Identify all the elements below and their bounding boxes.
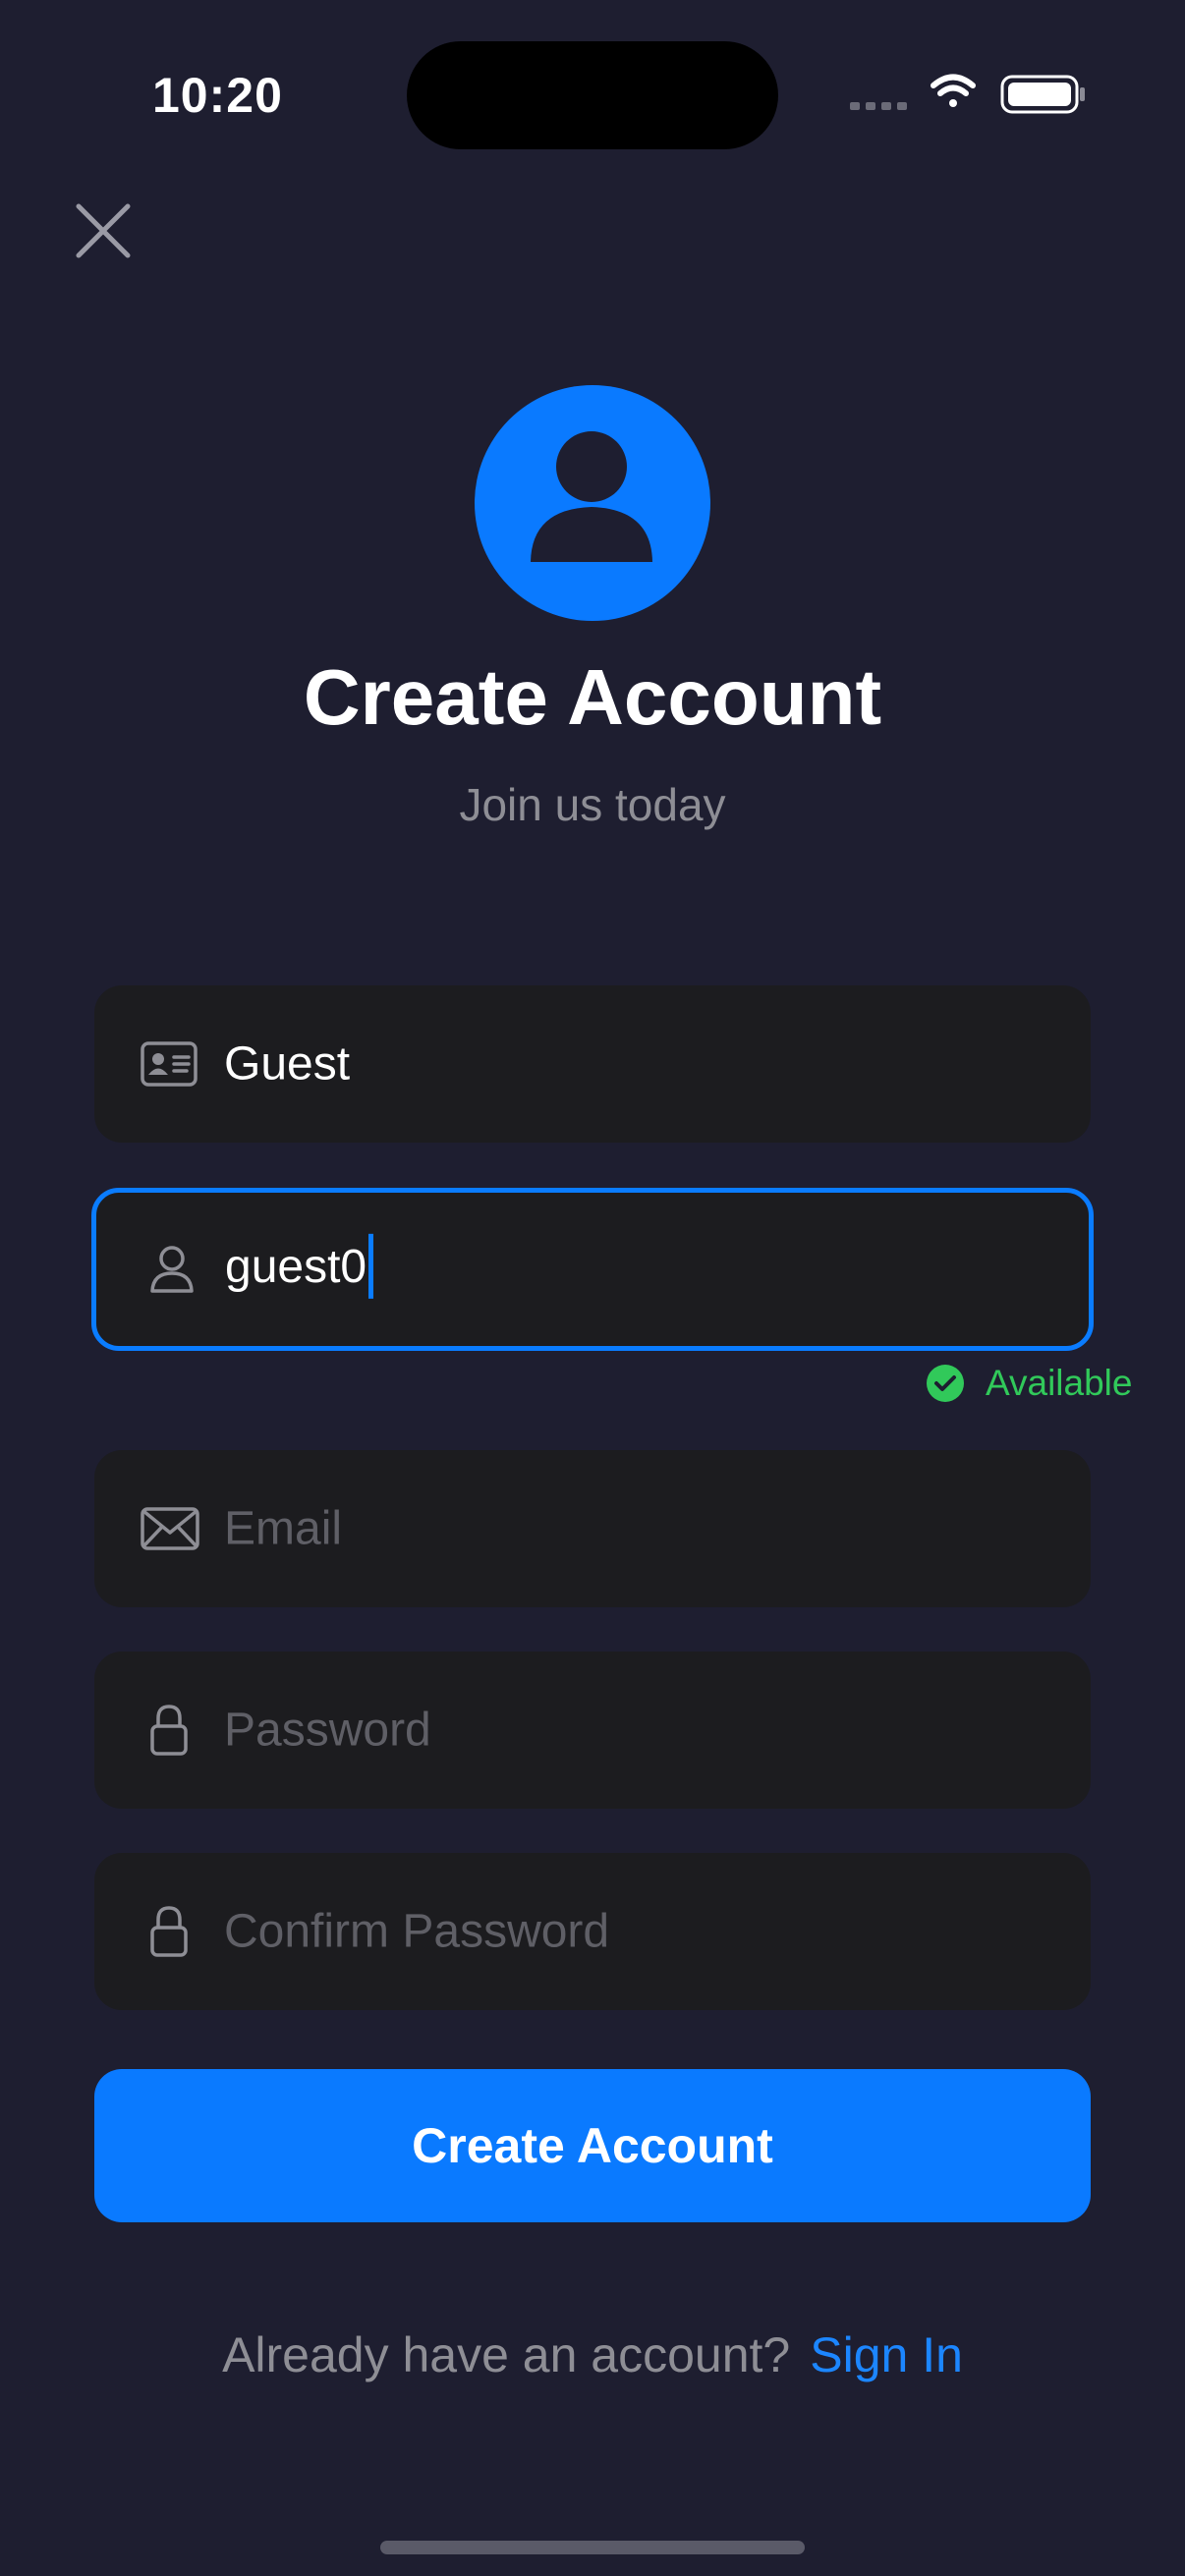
close-icon[interactable] [69, 196, 138, 265]
email-field[interactable]: Email [94, 1450, 1091, 1607]
status-icons [850, 74, 1085, 114]
wifi-icon [931, 74, 976, 107]
envelope-icon [141, 1507, 199, 1550]
page-subtitle: Join us today [459, 779, 726, 830]
username-field[interactable]: guest0 [91, 1188, 1094, 1351]
username-availability: Available [927, 1363, 1133, 1403]
lock-icon [150, 1906, 188, 1957]
signin-link[interactable]: Sign In [810, 2327, 963, 2382]
signin-prompt: Already have an account? [222, 2327, 791, 2382]
username-value: guest0 [225, 1240, 367, 1293]
password-field[interactable]: Password [94, 1652, 1091, 1809]
cellular-signal-icon [850, 102, 907, 110]
home-indicator[interactable] [380, 2541, 805, 2554]
dynamic-island [407, 41, 778, 149]
lock-icon [150, 1705, 188, 1756]
confirm-password-placeholder: Confirm Password [224, 1905, 610, 1958]
confirm-password-field[interactable]: Confirm Password [94, 1853, 1091, 2010]
person-icon [150, 1246, 194, 1293]
text-caret [368, 1234, 374, 1300]
availability-label: Available [986, 1363, 1133, 1403]
create-account-button[interactable]: Create Account [94, 2069, 1091, 2222]
full-name-value: Guest [224, 1037, 351, 1091]
username-input[interactable]: guest0 [225, 1234, 374, 1300]
signin-row: Already have an account? Sign In [0, 2326, 1185, 2383]
checkmark-circle-icon [927, 1365, 964, 1402]
battery-icon [1000, 75, 1085, 114]
email-placeholder: Email [224, 1502, 343, 1555]
id-card-icon [141, 1041, 198, 1087]
avatar-icon [475, 385, 710, 621]
status-time: 10:20 [152, 68, 283, 123]
full-name-field[interactable]: Guest [94, 985, 1091, 1143]
password-placeholder: Password [224, 1704, 431, 1757]
page-title: Create Account [303, 653, 882, 741]
